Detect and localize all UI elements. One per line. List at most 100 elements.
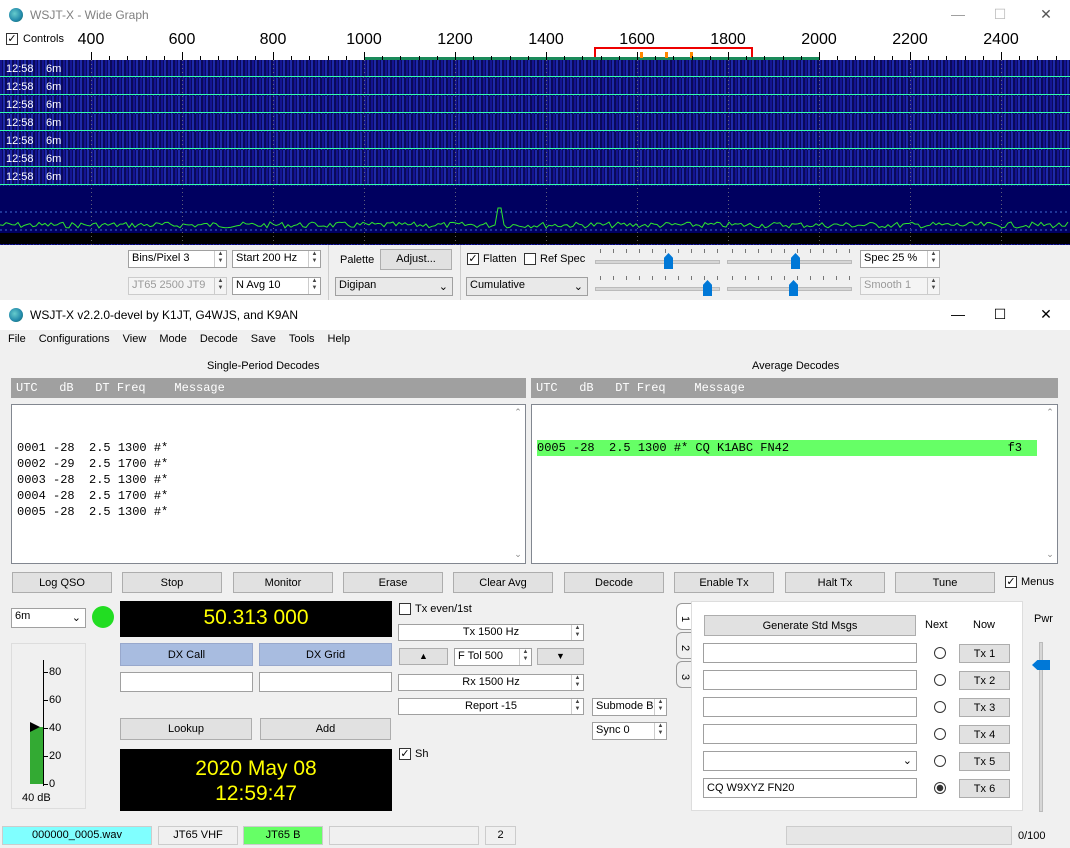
maximize-icon[interactable]: ☐ (990, 6, 1010, 23)
tx6-next-radio[interactable] (934, 782, 946, 794)
tx5-next-radio[interactable] (934, 755, 946, 767)
clear-avg-button[interactable]: Clear Avg (453, 572, 553, 593)
tx3-next-radio[interactable] (934, 701, 946, 713)
grid-line (637, 60, 638, 245)
ftol-spinbox[interactable]: F Tol 500 ▲ ▼ (454, 648, 532, 666)
decode-row[interactable]: 0004 -28 2.5 1700 #* (17, 488, 520, 504)
tx2-next-radio[interactable] (934, 674, 946, 686)
palette-select[interactable]: Digipan ⌄ (335, 277, 453, 296)
decode-row[interactable]: 0001 -28 2.5 1300 #* (17, 440, 520, 456)
sh-checkbox[interactable]: ✓ (399, 748, 411, 760)
tab-1[interactable]: 1 (676, 603, 692, 630)
tx6-message-input[interactable]: CQ W9XYZ FN20 (703, 778, 917, 798)
halt-tx-button[interactable]: Halt Tx (785, 572, 885, 593)
menu-configurations[interactable]: Configurations (39, 333, 110, 345)
spec-zero-slider[interactable] (595, 287, 720, 291)
start-freq-spinbox[interactable]: Start 200 Hz ▲ ▼ (232, 250, 321, 268)
zero-slider-handle[interactable] (664, 253, 673, 269)
controls-checkbox[interactable]: ✓ (6, 33, 18, 45)
spec-percent-spinbox[interactable]: Spec 25 % ▲ ▼ (860, 250, 940, 268)
tx-to-rx-up-button[interactable]: ▲ (399, 648, 448, 665)
erase-button[interactable]: Erase (343, 572, 443, 593)
spectrum-type-select[interactable]: Cumulative ⌄ (466, 277, 588, 296)
menu-file[interactable]: File (8, 333, 26, 345)
slider-tick (613, 249, 614, 253)
average-decode-row[interactable]: 0005 -28 2.5 1300 #* CQ K1ABC FN42 f3 (537, 440, 1037, 456)
menu-mode[interactable]: Mode (159, 333, 187, 345)
minimize-icon[interactable]: — (948, 306, 968, 322)
waterfall-time: 12:58 (6, 99, 34, 111)
flatten-checkbox[interactable]: ✓ (467, 253, 479, 265)
decode-row[interactable]: 0005 -28 2.5 1300 #* (17, 504, 520, 520)
menu-view[interactable]: View (123, 333, 147, 345)
enable-tx-button[interactable]: Enable Tx (674, 572, 774, 593)
tx3-message-input[interactable] (703, 697, 917, 717)
tx5-message-input[interactable]: ⌄ (703, 751, 917, 771)
single-decodes-textbox[interactable]: 0001 -28 2.5 1300 #* 0002 -29 2.5 1700 #*… (11, 404, 526, 564)
adjust-button[interactable]: Adjust... (380, 249, 452, 270)
scrollbar[interactable]: ⌃ ⌄ (1043, 405, 1057, 563)
axis-tick-label: 400 (77, 31, 105, 48)
tab-3[interactable]: 3 (676, 661, 692, 688)
lookup-button[interactable]: Lookup (120, 718, 252, 740)
add-button[interactable]: Add (260, 718, 391, 740)
log-qso-button[interactable]: Log QSO (12, 572, 112, 593)
close-icon[interactable]: ✕ (1036, 6, 1056, 23)
maximize-icon[interactable]: ☐ (990, 306, 1010, 323)
rx-to-tx-down-button[interactable]: ▼ (537, 648, 584, 665)
slider-tick (745, 276, 746, 280)
scrollbar[interactable]: ⌃ ⌄ (511, 405, 525, 563)
monitor-button[interactable]: Monitor (233, 572, 333, 593)
report-spinbox[interactable]: Report -15 ▲ ▼ (398, 698, 584, 715)
tx-even-checkbox[interactable] (399, 603, 411, 615)
power-slider-handle[interactable] (1032, 660, 1050, 670)
generate-std-msgs-button[interactable]: Generate Std Msgs (704, 615, 916, 636)
tab-2[interactable]: 2 (676, 632, 692, 659)
ref-spec-checkbox[interactable] (524, 253, 536, 265)
tx6-now-button[interactable]: Tx 6 (959, 779, 1010, 798)
menu-help[interactable]: Help (328, 333, 351, 345)
tx2-now-button[interactable]: Tx 2 (959, 671, 1010, 690)
tx2-message-input[interactable] (703, 670, 917, 690)
zero-slider[interactable] (595, 260, 720, 264)
tx-frequency-spinbox[interactable]: Tx 1500 Hz ▲ ▼ (398, 624, 584, 641)
navg-spinbox[interactable]: N Avg 10 ▲ ▼ (232, 277, 321, 295)
gain-slider[interactable] (727, 260, 852, 264)
decode-button[interactable]: Decode (564, 572, 664, 593)
stop-button[interactable]: Stop (122, 572, 222, 593)
average-decodes-textbox[interactable]: 0005 -28 2.5 1300 #* CQ K1ABC FN42 f3 ⌃ ⌄ (531, 404, 1058, 564)
menus-checkbox[interactable]: ✓ (1005, 576, 1017, 588)
dx-call-input[interactable] (120, 672, 253, 692)
sync-spinbox[interactable]: Sync 0 ▲ ▼ (592, 722, 667, 740)
tx4-message-input[interactable] (703, 724, 917, 744)
tx5-now-button[interactable]: Tx 5 (959, 752, 1010, 771)
slider-tick (823, 249, 824, 253)
tx3-now-button[interactable]: Tx 3 (959, 698, 1010, 717)
tune-button[interactable]: Tune (895, 572, 995, 593)
submode-spinbox[interactable]: Submode B ▲ ▼ (592, 698, 667, 716)
tx4-next-radio[interactable] (934, 728, 946, 740)
minimize-icon[interactable]: — (948, 6, 968, 22)
menu-decode[interactable]: Decode (200, 333, 238, 345)
tx1-next-radio[interactable] (934, 647, 946, 659)
decode-row[interactable]: 0003 -28 2.5 1300 #* (17, 472, 520, 488)
band-select[interactable]: 6m ⌄ (11, 608, 86, 628)
slider-tick (652, 276, 653, 280)
bins-pixel-spinbox[interactable]: Bins/Pixel 3 ▲ ▼ (128, 250, 227, 268)
decode-row[interactable]: 0002 -29 2.5 1700 #* (17, 456, 520, 472)
menu-tools[interactable]: Tools (289, 333, 315, 345)
tx1-message-input[interactable] (703, 643, 917, 663)
spec-gain-slider-handle[interactable] (789, 280, 798, 296)
tx4-now-button[interactable]: Tx 4 (959, 725, 1010, 744)
dx-grid-input[interactable] (259, 672, 392, 692)
spec-zero-slider-handle[interactable] (703, 280, 712, 296)
tx-even-label: Tx even/1st (415, 603, 472, 615)
grid-line (364, 60, 365, 245)
menu-save[interactable]: Save (251, 333, 276, 345)
rx-frequency-spinbox[interactable]: Rx 1500 Hz ▲ ▼ (398, 674, 584, 691)
slider-tick (745, 249, 746, 253)
tx1-now-button[interactable]: Tx 1 (959, 644, 1010, 663)
flatten-label: Flatten (483, 253, 517, 265)
close-icon[interactable]: ✕ (1036, 306, 1056, 323)
gain-slider-handle[interactable] (791, 253, 800, 269)
